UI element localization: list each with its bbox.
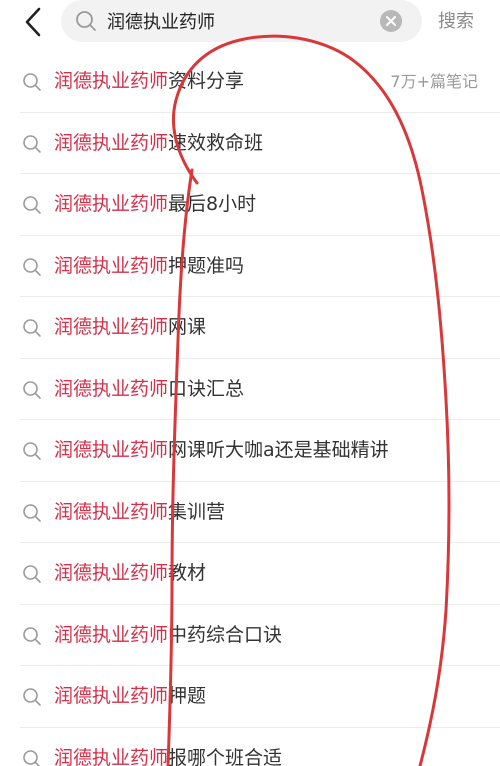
search-icon bbox=[22, 749, 42, 766]
suggestion-text: 润德执业药师网课 bbox=[54, 297, 206, 359]
search-header: 搜索 bbox=[0, 0, 500, 50]
suggestion-rest: 网课听大咖a还是基础精讲 bbox=[168, 439, 389, 461]
suggestion-item[interactable]: 润德执业药师教材 bbox=[0, 543, 500, 605]
suggestion-highlight: 润德执业药师 bbox=[54, 746, 169, 766]
search-icon bbox=[22, 441, 42, 461]
suggestion-highlight: 润德执业药师 bbox=[54, 131, 169, 154]
search-icon bbox=[22, 195, 42, 215]
suggestion-item[interactable]: 润德执业药师资料分享 7万+篇笔记 bbox=[0, 51, 500, 113]
suggestion-rest: 口诀汇总 bbox=[168, 377, 245, 400]
suggestion-list: 润德执业药师资料分享 7万+篇笔记 润德执业药师速效救命班 润德执业药师最后8小时 润德… bbox=[0, 51, 500, 766]
suggestion-text: 润德执业药师押题 bbox=[54, 666, 206, 728]
suggestion-text: 润德执业药师押题准吗 bbox=[54, 236, 244, 298]
search-icon bbox=[22, 257, 42, 277]
suggestion-item[interactable]: 润德执业药师口诀汇总 bbox=[0, 359, 500, 421]
suggestion-meta: 7万+篇笔记 bbox=[390, 72, 478, 91]
clear-circle-icon bbox=[380, 10, 402, 32]
suggestion-rest: 最后8小时 bbox=[168, 193, 257, 215]
search-icon bbox=[22, 564, 42, 584]
suggestion-text: 润德执业药师教材 bbox=[54, 543, 206, 605]
suggestion-highlight: 润德执业药师 bbox=[54, 254, 169, 277]
chevron-left-icon bbox=[25, 7, 41, 37]
suggestion-rest: 速效救命班 bbox=[168, 131, 264, 154]
suggestion-text: 润德执业药师口诀汇总 bbox=[54, 359, 244, 421]
suggestion-rest: 中药综合口诀 bbox=[168, 623, 283, 646]
suggestion-highlight: 润德执业药师 bbox=[54, 316, 169, 338]
back-button[interactable] bbox=[20, 6, 48, 38]
search-icon bbox=[22, 503, 42, 523]
suggestion-item[interactable]: 润德执业药师网课 bbox=[0, 297, 500, 359]
suggestion-item[interactable]: 润德执业药师最后8小时 bbox=[0, 174, 500, 236]
suggestion-item[interactable]: 润德执业药师报哪个班合适 bbox=[0, 728, 500, 766]
suggestion-rest: 押题准吗 bbox=[168, 254, 245, 277]
suggestion-rest: 押题 bbox=[168, 685, 207, 707]
suggestion-highlight: 润德执业药师 bbox=[54, 685, 169, 707]
suggestion-text: 润德执业药师最后8小时 bbox=[54, 174, 256, 236]
search-box[interactable] bbox=[61, 0, 422, 42]
suggestion-text: 润德执业药师报哪个班合适 bbox=[54, 728, 282, 766]
suggestion-highlight: 润德执业药师 bbox=[54, 623, 169, 646]
search-icon bbox=[22, 626, 42, 646]
suggestion-text: 润德执业药师资料分享 bbox=[54, 51, 244, 113]
suggestion-item[interactable]: 润德执业药师集训营 bbox=[0, 482, 500, 544]
suggestion-rest: 集训营 bbox=[168, 500, 226, 523]
suggestion-highlight: 润德执业药师 bbox=[54, 562, 169, 584]
search-icon bbox=[22, 318, 42, 338]
suggestion-text: 润德执业药师集训营 bbox=[54, 482, 225, 544]
suggestion-highlight: 润德执业药师 bbox=[54, 193, 169, 215]
suggestion-item[interactable]: 润德执业药师中药综合口诀 bbox=[0, 605, 500, 667]
suggestion-rest: 资料分享 bbox=[168, 70, 245, 92]
suggestion-rest: 网课 bbox=[168, 316, 207, 338]
search-icon bbox=[22, 687, 42, 707]
search-icon bbox=[22, 134, 42, 154]
suggestion-highlight: 润德执业药师 bbox=[54, 500, 169, 523]
suggestion-item[interactable]: 润德执业药师押题准吗 bbox=[0, 236, 500, 298]
suggestion-item[interactable]: 润德执业药师速效救命班 bbox=[0, 113, 500, 175]
search-icon bbox=[22, 72, 42, 92]
search-page: 搜索 润德执业药师资料分享7万+篇笔记润德执业药师速效救命班润德执业药师最后8小… bbox=[0, 0, 500, 766]
suggestion-highlight: 润德执业药师 bbox=[54, 439, 169, 461]
suggestion-highlight: 润德执业药师 bbox=[54, 377, 169, 400]
suggestion-item[interactable]: 润德执业药师押题 bbox=[0, 666, 500, 728]
suggestion-text: 润德执业药师速效救命班 bbox=[54, 113, 263, 175]
search-submit-button[interactable]: 搜索 bbox=[438, 8, 480, 36]
clear-button[interactable] bbox=[379, 9, 403, 33]
search-icon bbox=[75, 10, 97, 32]
suggestion-text: 润德执业药师中药综合口诀 bbox=[54, 605, 282, 667]
suggestion-item[interactable]: 润德执业药师网课听大咖a还是基础精讲 bbox=[0, 420, 500, 482]
suggestion-rest: 报哪个班合适 bbox=[168, 746, 283, 766]
suggestion-rest: 教材 bbox=[168, 562, 207, 584]
suggestion-text: 润德执业药师网课听大咖a还是基础精讲 bbox=[54, 420, 389, 482]
search-icon bbox=[22, 380, 42, 400]
suggestion-highlight: 润德执业药师 bbox=[54, 70, 169, 92]
search-input[interactable] bbox=[107, 0, 367, 42]
